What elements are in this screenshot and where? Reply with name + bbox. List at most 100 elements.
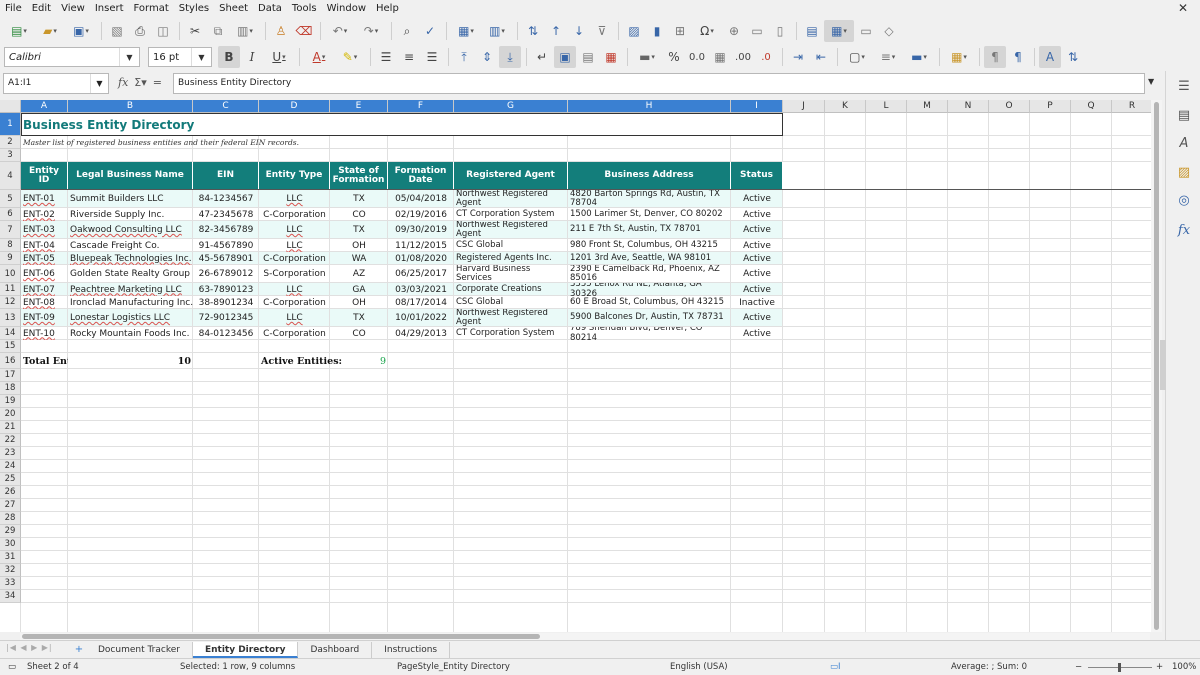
row-header[interactable]: 23 <box>0 447 21 460</box>
table-cell[interactable]: OH <box>330 239 388 252</box>
wrap-text-icon[interactable]: ↵ <box>531 46 553 68</box>
row-header[interactable]: 8 <box>0 239 21 252</box>
print-preview-icon[interactable]: ◫ <box>152 20 174 42</box>
merge-cells-icon[interactable]: ▤ <box>577 46 599 68</box>
row-header[interactable]: 4 <box>0 162 21 190</box>
font-color-icon[interactable]: A ▾ <box>304 46 334 68</box>
tab-document-tracker[interactable]: Document Tracker <box>86 641 193 658</box>
table-header-cell[interactable]: Entity Type <box>259 162 330 190</box>
table-cell[interactable]: 02/19/2016 <box>388 208 454 221</box>
column-icon[interactable]: ▥ ▾ <box>482 20 512 42</box>
special-character-icon[interactable]: Ω ▾ <box>692 20 722 42</box>
table-cell[interactable]: ENT-08 <box>21 296 68 309</box>
menu-format[interactable]: Format <box>129 0 174 17</box>
menu-window[interactable]: Window <box>322 0 371 17</box>
font-name-box[interactable]: Calibri ▼ <box>4 47 140 67</box>
table-cell[interactable]: 60 E Broad St, Columbus, OH 43215 <box>568 296 731 309</box>
zoom-in-icon[interactable]: + <box>1156 662 1163 672</box>
table-cell[interactable]: TX <box>330 221 388 239</box>
hyperlink-icon[interactable]: ⊕ <box>723 20 745 42</box>
row-header[interactable]: 17 <box>0 369 21 382</box>
sidebar-menu-icon[interactable]: ☰ <box>1174 77 1194 97</box>
column-header[interactable]: K <box>825 100 866 113</box>
active-entities-count[interactable]: 9 <box>330 353 388 369</box>
freeze-rows-columns-icon[interactable]: ▦ ▾ <box>824 20 854 42</box>
table-cell[interactable]: 1500 Larimer St, Denver, CO 80202 <box>568 208 731 221</box>
table-cell[interactable]: LLC <box>259 190 330 208</box>
row-header[interactable]: 18 <box>0 382 21 395</box>
status-page-style[interactable]: PageStyle_Entity Directory <box>397 662 510 672</box>
table-cell[interactable]: ENT-04 <box>21 239 68 252</box>
table-cell[interactable]: 2390 E Camelback Rd, Phoenix, AZ 85016 <box>568 265 731 283</box>
table-cell[interactable]: Active <box>731 265 783 283</box>
autofilter-icon[interactable]: ⊽ <box>591 20 613 42</box>
menu-tools[interactable]: Tools <box>287 0 322 17</box>
horizontal-scroll-thumb[interactable] <box>22 634 540 639</box>
total-label[interactable]: Total Enti <box>21 353 68 369</box>
align-left-icon[interactable]: ☰ <box>375 46 397 68</box>
table-cell[interactable]: 45-5678901 <box>193 252 259 265</box>
chevron-down-icon[interactable]: ▼ <box>191 48 211 66</box>
row-header[interactable]: 29 <box>0 525 21 538</box>
table-cell[interactable]: CO <box>330 327 388 340</box>
align-bottom-icon[interactable]: ⤓ <box>499 46 521 68</box>
row-header[interactable]: 7 <box>0 221 21 239</box>
table-cell[interactable]: ENT-07 <box>21 283 68 296</box>
table-cell[interactable]: 3355 Lenox Rd NE, Atlanta, GA 30326 <box>568 283 731 296</box>
table-cell[interactable]: Golden State Realty Group <box>68 265 193 283</box>
show-draw-functions-icon[interactable]: ◇ <box>878 20 900 42</box>
insert-chart-icon[interactable]: ▮ <box>646 20 668 42</box>
table-cell[interactable]: 26-6789012 <box>193 265 259 283</box>
table-cell[interactable]: GA <box>330 283 388 296</box>
row-header[interactable]: 21 <box>0 421 21 434</box>
table-cell[interactable]: ENT-06 <box>21 265 68 283</box>
text-direction-vertical-icon[interactable]: ⇅ <box>1062 46 1084 68</box>
align-center-icon[interactable]: ≡ <box>398 46 420 68</box>
row-icon[interactable]: ▦ ▾ <box>451 20 481 42</box>
table-cell[interactable]: 4820 Barton Springs Rd, Austin, TX 78704 <box>568 190 731 208</box>
table-cell[interactable]: WA <box>330 252 388 265</box>
select-all-corner[interactable] <box>0 100 21 113</box>
table-cell[interactable]: Ironclad Manufacturing Inc. <box>68 296 193 309</box>
table-cell[interactable]: ENT-10 <box>21 327 68 340</box>
table-cell[interactable]: C-Corporation <box>259 208 330 221</box>
save-icon[interactable]: ▣ ▾ <box>66 20 96 42</box>
table-cell[interactable]: Inactive <box>731 296 783 309</box>
right-to-left-icon[interactable]: ¶ <box>1007 46 1029 68</box>
table-cell[interactable]: Active <box>731 208 783 221</box>
new-document-icon[interactable]: ▤ ▾ <box>4 20 34 42</box>
table-cell[interactable]: 91-4567890 <box>193 239 259 252</box>
status-language[interactable]: English (USA) <box>670 662 728 672</box>
left-to-right-icon[interactable]: ¶ <box>984 46 1006 68</box>
table-cell[interactable]: Active <box>731 283 783 296</box>
table-cell[interactable]: TX <box>330 309 388 327</box>
sort-ascending-icon[interactable]: ↑ <box>545 20 567 42</box>
table-cell[interactable]: Rocky Mountain Foods Inc. <box>68 327 193 340</box>
row-header[interactable]: 13 <box>0 309 21 327</box>
table-cell[interactable]: Active <box>731 221 783 239</box>
zoom-out-icon[interactable]: − <box>1075 662 1082 672</box>
italic-icon[interactable]: I <box>241 46 263 68</box>
table-cell[interactable]: Active <box>731 252 783 265</box>
menu-styles[interactable]: Styles <box>174 0 214 17</box>
merge-center-icon[interactable]: ▣ <box>554 46 576 68</box>
table-cell[interactable]: 72-9012345 <box>193 309 259 327</box>
column-header[interactable]: J <box>783 100 825 113</box>
menu-view[interactable]: View <box>56 0 90 17</box>
redo-icon[interactable]: ↷ ▾ <box>356 20 386 42</box>
tab-instructions[interactable]: Instructions <box>372 641 451 658</box>
properties-icon[interactable]: ▤ <box>1174 106 1194 126</box>
table-cell[interactable]: LLC <box>259 309 330 327</box>
menu-file[interactable]: File <box>0 0 27 17</box>
table-cell[interactable]: CSC Global <box>454 239 568 252</box>
export-pdf-icon[interactable]: ▧ <box>106 20 128 42</box>
table-cell[interactable]: Corporate Creations <box>454 283 568 296</box>
align-right-icon[interactable]: ☰ <box>421 46 443 68</box>
table-cell[interactable]: 5900 Balcones Dr, Austin, TX 78731 <box>568 309 731 327</box>
copy-icon[interactable]: ⧉ <box>207 20 229 42</box>
table-cell[interactable]: Active <box>731 309 783 327</box>
tab-dashboard[interactable]: Dashboard <box>298 641 373 658</box>
sort-icon[interactable]: ⇅ <box>522 20 544 42</box>
define-print-area-icon[interactable]: ▤ <box>801 20 823 42</box>
table-cell[interactable]: 82-3456789 <box>193 221 259 239</box>
